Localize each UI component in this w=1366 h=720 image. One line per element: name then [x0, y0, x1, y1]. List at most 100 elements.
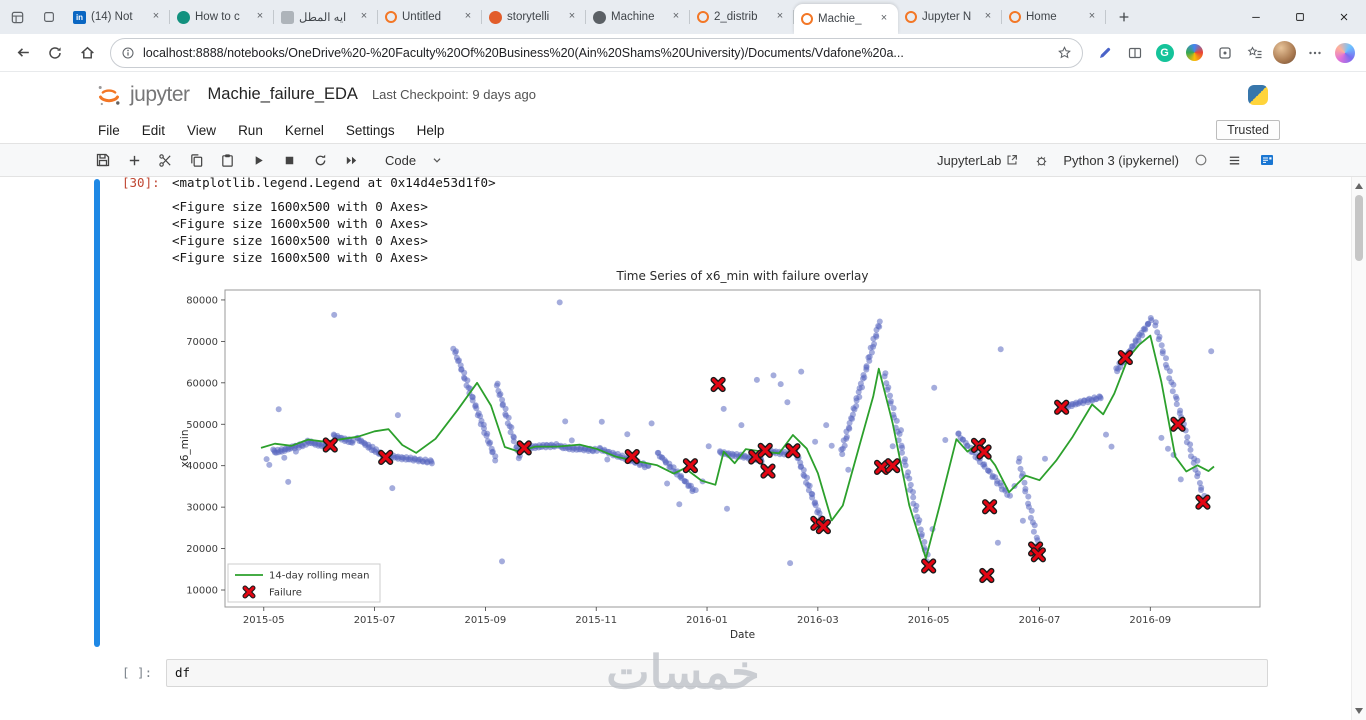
chevron-down-icon: [433, 158, 441, 163]
tab-close-icon[interactable]: ×: [877, 12, 891, 26]
site-teal-icon: [177, 10, 190, 24]
svg-text:x6_min: x6_min: [179, 430, 191, 468]
tab-title: Machie_: [818, 13, 862, 25]
notebook-title[interactable]: Machie_failure_EDA: [208, 85, 358, 104]
menu-item-view[interactable]: View: [185, 123, 218, 138]
grammarly-icon[interactable]: G: [1151, 39, 1178, 67]
jupyter-header: jupyter Machie_failure_EDA Last Checkpoi…: [0, 72, 1366, 117]
scroll-up-icon[interactable]: [1355, 183, 1363, 189]
more-options-icon[interactable]: [1301, 39, 1328, 67]
minimize-icon[interactable]: [1234, 0, 1278, 34]
jupyter-icon: [801, 13, 813, 25]
add-cell-icon[interactable]: [123, 149, 145, 171]
favorites-list-icon[interactable]: [1241, 39, 1268, 67]
svg-text:Time Series of x6_min with fai: Time Series of x6_min with failure overl…: [616, 269, 869, 283]
tab-close-icon[interactable]: ×: [149, 10, 163, 24]
tab-close-icon[interactable]: ×: [1085, 10, 1099, 24]
extension-color-icon[interactable]: [1181, 39, 1208, 67]
browser-tab[interactable]: storytelli ×: [482, 0, 586, 34]
url-text[interactable]: localhost:8888/notebooks/OneDrive%20-%20…: [143, 46, 1049, 60]
active-cell-indicator[interactable]: [94, 179, 100, 647]
restart-icon[interactable]: [309, 149, 331, 171]
browser-tab[interactable]: 2_distrib ×: [690, 0, 794, 34]
jupyterlab-link[interactable]: JupyterLab: [937, 153, 1019, 168]
menu-item-run[interactable]: Run: [236, 123, 265, 138]
profile-avatar[interactable]: [1271, 39, 1298, 67]
tab-close-icon[interactable]: ×: [669, 10, 683, 24]
kernel-name[interactable]: Python 3 (ipykernel): [1063, 153, 1179, 168]
debugger-icon[interactable]: [1030, 149, 1052, 171]
browser-tab[interactable]: How to c ×: [170, 0, 274, 34]
linkedin-icon: in: [73, 10, 86, 24]
jupyter-toolbar: Code JupyterLab Python 3 (ipykernel): [0, 144, 1366, 177]
tab-strip: in (14) Not × How to c × ايه المطل × Untitled × s…: [66, 0, 1106, 34]
jupyter-icon: [697, 11, 709, 23]
jupyter-icon: [385, 11, 397, 23]
split-screen-icon[interactable]: [1121, 39, 1148, 67]
input-prompt: [ ]:: [122, 665, 153, 680]
refresh-icon[interactable]: [40, 38, 70, 68]
menu-items: File Edit View Run Kernel Settings Help: [96, 123, 446, 138]
tab-title: 2_distrib: [714, 11, 758, 23]
hamburger-icon[interactable]: [1223, 149, 1245, 171]
menu-item-help[interactable]: Help: [415, 123, 447, 138]
favorite-star-icon[interactable]: [1057, 45, 1072, 60]
tab-close-icon[interactable]: ×: [461, 10, 475, 24]
run-all-icon[interactable]: [340, 149, 362, 171]
cell-type-dropdown[interactable]: Code: [385, 153, 444, 168]
browser-tab-bar: in (14) Not × How to c × ايه المطل × Untitled × s…: [0, 0, 1366, 34]
figure-line: <Figure size 1600x500 with 0 Axes>: [172, 233, 428, 248]
scrollbar-thumb[interactable]: [1355, 195, 1363, 261]
workspaces-icon[interactable]: [38, 6, 60, 28]
menu-item-edit[interactable]: Edit: [140, 123, 167, 138]
jupyter-icon: [905, 11, 917, 23]
browser-tab[interactable]: Machine ×: [586, 0, 690, 34]
back-icon[interactable]: [8, 38, 38, 68]
svg-text:Date: Date: [730, 629, 755, 641]
run-icon[interactable]: [247, 149, 269, 171]
browser-tab[interactable]: in (14) Not ×: [66, 0, 170, 34]
svg-text:Failure: Failure: [269, 588, 302, 599]
browser-tab[interactable]: ايه المطل ×: [274, 0, 378, 34]
cut-icon[interactable]: [154, 149, 176, 171]
stop-icon[interactable]: [278, 149, 300, 171]
svg-text:2015-11: 2015-11: [575, 615, 617, 626]
edit-pen-icon[interactable]: [1091, 39, 1118, 67]
khamsat-watermark: خمسات: [606, 646, 760, 698]
tab-close-icon[interactable]: ×: [253, 10, 267, 24]
tab-close-icon[interactable]: ×: [981, 10, 995, 24]
jupyterlab-label: JupyterLab: [937, 152, 1002, 168]
tab-title: Home: [1026, 11, 1057, 23]
maximize-icon[interactable]: [1278, 0, 1322, 34]
menu-item-file[interactable]: File: [96, 123, 122, 138]
trusted-badge[interactable]: Trusted: [1216, 120, 1280, 140]
tab-close-icon[interactable]: ×: [565, 10, 579, 24]
close-icon[interactable]: [1322, 0, 1366, 34]
tab-actions-icon[interactable]: [6, 6, 28, 28]
scroll-down-icon[interactable]: [1355, 708, 1363, 714]
save-icon[interactable]: [92, 149, 114, 171]
address-bar[interactable]: localhost:8888/notebooks/OneDrive%20-%20…: [110, 37, 1083, 68]
cell-output-area: [30]: <matplotlib.legend.Legend at 0x14d…: [122, 175, 496, 266]
tab-close-icon[interactable]: ×: [773, 10, 787, 24]
copy-icon[interactable]: [185, 149, 207, 171]
info-icon[interactable]: [121, 46, 135, 60]
svg-text:14-day rolling mean: 14-day rolling mean: [269, 571, 369, 582]
home-icon[interactable]: [72, 38, 102, 68]
extension-gray-icon[interactable]: [1211, 39, 1238, 67]
menu-item-settings[interactable]: Settings: [344, 123, 397, 138]
menu-item-kernel[interactable]: Kernel: [283, 123, 326, 138]
toc-icon[interactable]: [1256, 149, 1278, 171]
vertical-scrollbar[interactable]: [1351, 177, 1366, 720]
cell-type-value: Code: [385, 152, 417, 168]
page-dark-icon: [593, 10, 606, 24]
browser-tab[interactable]: Untitled ×: [378, 0, 482, 34]
tab-close-icon[interactable]: ×: [357, 10, 371, 24]
jupyter-logo-text[interactable]: jupyter: [130, 83, 190, 107]
paste-icon[interactable]: [216, 149, 238, 171]
browser-tab[interactable]: Machie_ ×: [794, 4, 898, 34]
copilot-icon[interactable]: [1331, 39, 1358, 67]
new-tab-button[interactable]: [1110, 3, 1138, 31]
browser-tab[interactable]: Home ×: [1002, 0, 1106, 34]
browser-tab[interactable]: Jupyter N ×: [898, 0, 1002, 34]
